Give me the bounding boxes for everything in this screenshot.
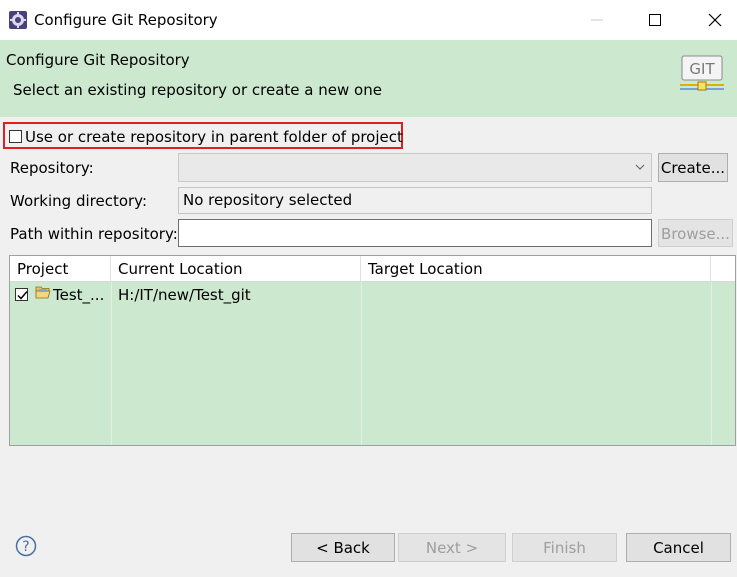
window-title: Configure Git Repository	[34, 11, 218, 29]
projects-table[interactable]: Project Current Location Target Location…	[9, 255, 736, 446]
repository-label: Repository:	[10, 159, 94, 177]
minimize-icon	[591, 19, 603, 21]
parent-folder-checkbox[interactable]	[9, 130, 22, 143]
row-checkbox[interactable]	[15, 288, 28, 301]
path-within-repository-label: Path within repository:	[10, 225, 178, 243]
browse-button[interactable]: Browse...	[658, 219, 733, 247]
banner-title: Configure Git Repository	[6, 51, 190, 69]
close-button[interactable]	[703, 8, 727, 32]
current-location: H:/IT/new/Test_git	[118, 286, 251, 304]
wizard-banner: Configure Git Repository Select an exist…	[0, 40, 737, 117]
maximize-icon	[649, 14, 661, 26]
finish-button[interactable]: Finish	[512, 533, 617, 562]
column-header-project[interactable]: Project	[10, 256, 111, 282]
help-icon[interactable]: ?	[15, 535, 37, 557]
svg-text:?: ?	[22, 539, 29, 555]
back-button[interactable]: < Back	[291, 533, 395, 562]
project-name: Test_...	[53, 286, 105, 304]
eclipse-gear-icon	[9, 11, 27, 29]
maximize-button[interactable]	[643, 8, 667, 32]
create-button[interactable]: Create...	[658, 153, 728, 182]
git-logo-icon: GIT	[680, 55, 724, 91]
title-bar: Configure Git Repository	[0, 0, 737, 40]
working-directory-field: No repository selected	[178, 187, 652, 214]
banner-subtitle: Select an existing repository or create …	[13, 81, 382, 99]
table-row[interactable]: Test_... H:/IT/new/Test_git	[10, 283, 735, 307]
chevron-down-icon	[635, 164, 645, 170]
parent-folder-label: Use or create repository in parent folde…	[25, 128, 403, 146]
column-header-current-location[interactable]: Current Location	[111, 256, 361, 282]
minimize-button[interactable]	[585, 8, 609, 32]
working-directory-label: Working directory:	[10, 192, 148, 210]
git-logo-text: GIT	[689, 60, 715, 78]
next-button[interactable]: Next >	[398, 533, 506, 562]
close-icon	[708, 13, 722, 27]
open-folder-icon	[35, 286, 51, 299]
column-header-target-location[interactable]: Target Location	[361, 256, 711, 282]
path-within-repository-input[interactable]	[178, 219, 652, 247]
cancel-button[interactable]: Cancel	[626, 533, 731, 562]
table-header: Project Current Location Target Location	[10, 256, 735, 282]
parent-folder-option[interactable]: Use or create repository in parent folde…	[3, 122, 403, 149]
checkmark-icon	[17, 291, 28, 300]
repository-combo[interactable]	[178, 153, 652, 182]
